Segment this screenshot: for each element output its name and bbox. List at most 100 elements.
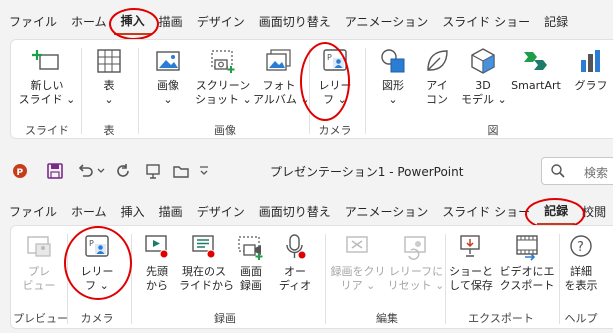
tab-draw[interactable]: 描画 — [152, 199, 190, 225]
new-slide-button[interactable]: 新しい スライド ⌄ — [17, 46, 77, 107]
help-question-icon: ? — [570, 235, 592, 257]
screenshot-button[interactable]: スクリーン ショット ⌄ — [195, 46, 252, 107]
search-placeholder: 検索 — [584, 166, 609, 180]
leaf-icon — [427, 50, 448, 71]
save-as-show-icon — [460, 235, 480, 257]
present-from-start-icon[interactable] — [144, 162, 162, 180]
image-button[interactable]: 画像 ⌄ — [145, 46, 191, 107]
reset-cameo-label-1: レリーフに — [388, 265, 444, 278]
record-from-start-button[interactable]: 先頭 から — [135, 232, 179, 293]
image-label-2: ⌄ — [163, 93, 173, 106]
group-label-camera: カメラ — [318, 124, 352, 137]
tab-insert[interactable]: 挿入 — [114, 199, 152, 225]
screen-recording-label-1: 画面 — [240, 265, 262, 278]
title-bar: P プレゼンテーション1 - PowerPoint 検索 — [0, 150, 613, 192]
table-label-2: ⌄ — [104, 93, 114, 106]
tab-slideshow[interactable]: スライド ショー — [435, 9, 537, 35]
reset-cameo-button[interactable]: レリーフに リセット ⌄ — [387, 232, 445, 293]
chevron-down-icon[interactable] — [96, 164, 106, 178]
new-slide-icon — [32, 50, 59, 70]
icons-button[interactable]: アイ コン — [417, 46, 457, 107]
ribbon-tab-bar: ファイル ホーム 挿入 描画 デザイン 画面切り替え アニメーション スライド … — [2, 9, 575, 35]
highlight-circle-insert-tab — [109, 8, 159, 40]
3d-models-label-2: モデル ⌄ — [461, 93, 507, 106]
preview-label-2: ビュー — [22, 279, 56, 292]
bar-chart-icon — [581, 50, 600, 72]
svg-text:?: ? — [577, 240, 584, 255]
3d-models-button[interactable]: 3D モデル ⌄ — [461, 46, 507, 107]
tab-file[interactable]: ファイル — [2, 9, 64, 35]
icons-label-2: コン — [426, 93, 448, 106]
customize-quick-access-icon[interactable] — [198, 164, 210, 178]
smartart-label: SmartArt — [511, 79, 561, 92]
save-icon[interactable] — [46, 162, 64, 180]
save-as-show-button[interactable]: ショーと して保存 — [445, 232, 497, 293]
record-from-current-button[interactable]: 現在のス ライドから — [179, 232, 234, 293]
clear-recording-icon — [346, 236, 368, 253]
new-slide-label-1: 新しい — [30, 79, 64, 92]
screen-recording-button[interactable]: 画面 録画 — [231, 232, 271, 293]
tab-animations[interactable]: アニメーション — [338, 9, 436, 35]
tab-transitions[interactable]: 画面切り替え — [252, 199, 338, 225]
cube-icon — [471, 48, 495, 74]
group-label-table: 表 — [103, 124, 115, 137]
tab-animations[interactable]: アニメーション — [338, 199, 436, 225]
photo-album-button[interactable]: フォト アルバム ⌄ — [253, 46, 310, 107]
export-video-label-2: クスポート — [499, 279, 555, 292]
smartart-icon — [524, 52, 547, 70]
tab-design[interactable]: デザイン — [190, 199, 252, 225]
shapes-icon — [381, 49, 405, 73]
photo-album-label-2: アルバム ⌄ — [253, 93, 310, 106]
reset-cameo-label-2: リセット ⌄ — [387, 279, 445, 292]
tab-transitions[interactable]: 画面切り替え — [252, 9, 338, 35]
tab-file[interactable]: ファイル — [2, 199, 64, 225]
open-folder-icon[interactable] — [172, 162, 190, 180]
export-video-icon — [516, 235, 538, 261]
tab-slideshow[interactable]: スライド ショー — [435, 199, 537, 225]
record-from-start-label-2: から — [146, 279, 168, 292]
shapes-button[interactable]: 図形 ⌄ — [373, 46, 413, 107]
new-slide-label-2: スライド ⌄ — [18, 93, 76, 106]
table-label-1: 表 — [103, 79, 115, 92]
undo-icon[interactable] — [76, 162, 94, 180]
tab-design[interactable]: デザイン — [190, 9, 252, 35]
insert-ribbon-panel: ファイル ホーム 挿入 描画 デザイン 画面切り替え アニメーション スライド … — [0, 0, 613, 145]
group-divider — [325, 234, 326, 324]
group-label-images: 画像 — [214, 124, 236, 137]
audio-label-1: オー — [284, 265, 306, 278]
screenshot-label-1: スクリーン — [195, 79, 251, 92]
group-label-camera: カメラ — [80, 312, 114, 325]
redo-icon[interactable] — [114, 162, 132, 180]
clear-recording-button[interactable]: 録画をクリ リア ⌄ — [329, 232, 387, 293]
chart-button[interactable]: グラフ — [569, 46, 613, 93]
screen-recording-label-2: 録画 — [240, 279, 262, 292]
search-input[interactable]: 検索 — [541, 157, 613, 185]
preview-label-1: プレ — [28, 265, 50, 278]
group-label-help: ヘルプ — [564, 312, 598, 325]
export-video-label-1: ビデオにエ — [499, 265, 555, 278]
group-label-slides: スライド — [25, 124, 69, 137]
show-details-button[interactable]: ? 詳細 を表示 — [561, 232, 601, 293]
shapes-label-2: ⌄ — [388, 93, 398, 106]
tab-record[interactable]: 記録 — [537, 9, 575, 35]
record-from-current-label-1: 現在のス — [182, 265, 226, 278]
save-as-show-label-2: して保存 — [449, 279, 493, 292]
group-divider — [81, 48, 82, 134]
preview-button[interactable]: プレ ビュー — [17, 232, 61, 293]
table-button[interactable]: 表 ⌄ — [89, 46, 129, 107]
chart-label: グラフ — [574, 79, 608, 92]
group-label-export: エクスポート — [468, 312, 534, 325]
save-as-show-label-1: ショーと — [449, 265, 493, 278]
screen-recording-icon — [238, 236, 263, 260]
tab-home[interactable]: ホーム — [64, 199, 114, 225]
smartart-button[interactable]: SmartArt — [507, 46, 565, 93]
preview-icon — [27, 236, 51, 257]
record-from-start-label-1: 先頭 — [146, 265, 168, 278]
tab-home[interactable]: ホーム — [64, 9, 114, 35]
group-divider — [559, 234, 560, 324]
audio-button[interactable]: オー ディオ — [275, 232, 315, 293]
photo-album-icon — [266, 49, 291, 71]
image-icon — [156, 51, 180, 71]
3d-models-label-1: 3D — [475, 79, 491, 92]
export-video-button[interactable]: ビデオにエ クスポート — [497, 232, 557, 293]
